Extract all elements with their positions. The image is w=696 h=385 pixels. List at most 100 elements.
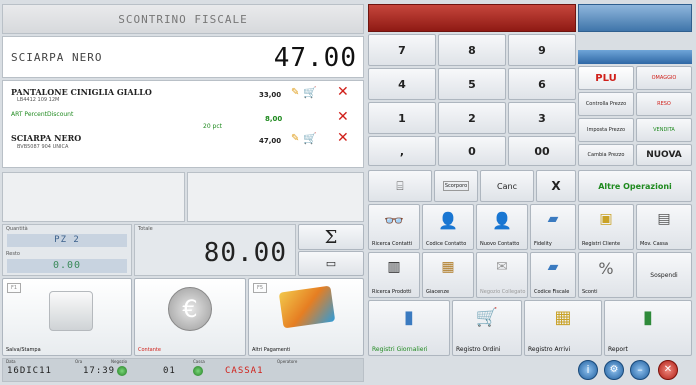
- current-item-price: 47.00: [273, 43, 357, 73]
- red-display-bar: [368, 4, 576, 32]
- cart-icon[interactable]: 🛒: [303, 132, 317, 145]
- quantity-value: PZ 2: [7, 234, 127, 247]
- arrivals-register-button[interactable]: ▦ Registro Arrivi: [524, 300, 602, 356]
- fidelity-button[interactable]: ▰ Fidelity: [530, 204, 576, 250]
- canc-label: Canc: [497, 181, 517, 191]
- plu-button[interactable]: PLU: [578, 66, 634, 90]
- other-payments-label: Altri Pagamenti: [252, 347, 291, 353]
- pencil-icon[interactable]: ✎: [291, 87, 299, 98]
- new-contact-label: Nuovo Contatto: [480, 241, 520, 247]
- change-price-label: Cambia Prezzo: [587, 152, 625, 158]
- key-9[interactable]: 9: [508, 34, 576, 66]
- daily-registers-button[interactable]: ▮ Registri Giornalieri: [368, 300, 450, 356]
- key-7[interactable]: 7: [368, 34, 436, 66]
- info-panel-right: [187, 172, 364, 222]
- quantity-panel: Quantità PZ 2 Resto 0.00: [2, 224, 132, 276]
- other-payments-button[interactable]: F5 Altri Pagamenti: [248, 278, 364, 356]
- line-price: 47,00: [259, 137, 282, 145]
- delete-icon[interactable]: ✕: [337, 109, 349, 125]
- stock-button[interactable]: ▦ Giacenze: [422, 252, 474, 298]
- total-panel: Totale 80.00: [134, 224, 296, 276]
- time-label: Ora: [75, 359, 83, 364]
- search-products-button[interactable]: ▥ Ricerca Prodotti: [368, 252, 420, 298]
- key-8[interactable]: 8: [438, 34, 506, 66]
- save-print-label: Salva/Stampa: [6, 347, 41, 353]
- close-x-button[interactable]: X: [536, 170, 576, 202]
- reso-button[interactable]: RESO: [636, 92, 692, 116]
- linked-shop-label: Negozio Collegato: [480, 289, 526, 295]
- receipt-title: SCONTRINO FISCALE: [118, 13, 248, 26]
- delete-icon[interactable]: ✕: [337, 84, 349, 100]
- orders-register-button[interactable]: 🛒 Registro Ordini: [452, 300, 522, 356]
- key-0[interactable]: 0: [438, 136, 506, 166]
- contact-code-button[interactable]: 👤 Codice Contatto: [422, 204, 474, 250]
- change-value: 0.00: [7, 259, 127, 273]
- save-print-button[interactable]: F1 Salva/Stampa: [2, 278, 132, 356]
- vendita-button[interactable]: VENDITA: [636, 118, 692, 142]
- drawer-open-button[interactable]: ⌸: [368, 170, 432, 202]
- drawer-button[interactable]: ▭: [298, 251, 364, 276]
- cash-movement-button[interactable]: ▤ Mov. Cassa: [636, 204, 692, 250]
- line-detail: 20 pct: [203, 123, 223, 130]
- search-contacts-button[interactable]: 👓 Ricerca Contatti: [368, 204, 420, 250]
- set-price-label: Imposta Prezzo: [586, 127, 626, 133]
- other-operations-button[interactable]: Altre Operazioni: [578, 170, 692, 202]
- add-person-icon: 👤: [492, 211, 512, 230]
- change-price-button[interactable]: Cambia Prezzo: [578, 144, 634, 166]
- daily-registers-label: Registri Giornalieri: [372, 346, 428, 353]
- cart-icon[interactable]: 🛒: [303, 86, 317, 99]
- sum-button[interactable]: Σ: [298, 224, 364, 250]
- f-key-icon: F1: [7, 283, 21, 293]
- nuova-label: NUOVA: [646, 150, 682, 160]
- scorporo-button[interactable]: Scorporo: [434, 170, 478, 202]
- linked-shop-button[interactable]: ✉ Negozio Collegato: [476, 252, 528, 298]
- chart-icon: ▮: [643, 307, 653, 328]
- receipt-lines[interactable]: PANTALONE CINIGLIA GIALLO LB4412 109 12M…: [2, 80, 364, 168]
- info-panel-left: [2, 172, 185, 222]
- set-price-button[interactable]: Imposta Prezzo: [578, 118, 634, 142]
- discounts-label: Sconti: [582, 289, 598, 295]
- pencil-icon[interactable]: ✎: [291, 133, 299, 144]
- line-name: PANTALONE CINIGLIA GIALLO: [11, 87, 152, 97]
- plu-label: PLU: [595, 72, 617, 84]
- check-price-button[interactable]: Controlla Prezzo: [578, 92, 634, 116]
- box-icon: ▦: [554, 307, 572, 328]
- report-label: Report: [608, 346, 628, 353]
- delete-icon[interactable]: ✕: [337, 130, 349, 146]
- key-2[interactable]: 2: [438, 102, 506, 134]
- person-icon: 👤: [438, 211, 458, 230]
- date-value: 16DIC11: [7, 366, 52, 376]
- discounts-button[interactable]: % Sconti: [578, 252, 634, 298]
- customer-registers-button[interactable]: ▣ Registri Cliente: [578, 204, 634, 250]
- boxes-icon: ▦: [441, 259, 455, 275]
- new-contact-button[interactable]: 👤 Nuovo Contatto: [476, 204, 528, 250]
- operator-label: Operatore: [277, 359, 298, 364]
- omaggio-label: OMAGGIO: [651, 75, 677, 81]
- suspend-button[interactable]: Sospendi: [636, 252, 692, 298]
- tax-code-button[interactable]: ▰ Codice Fiscale: [530, 252, 576, 298]
- key-6[interactable]: 6: [508, 68, 576, 100]
- shop-status-icon: [117, 366, 127, 376]
- credit-cards-icon: [278, 285, 336, 329]
- orders-register-label: Registro Ordini: [456, 346, 501, 353]
- id-card-icon: ▰: [547, 259, 559, 275]
- omaggio-button[interactable]: OMAGGIO: [636, 66, 692, 90]
- key-1[interactable]: 1: [368, 102, 436, 134]
- key-3[interactable]: 3: [508, 102, 576, 134]
- customer-registers-label: Registri Cliente: [582, 241, 621, 247]
- minimize-icon[interactable]: –: [630, 360, 650, 380]
- key-5[interactable]: 5: [438, 68, 506, 100]
- info-icon[interactable]: i: [578, 360, 598, 380]
- cash-button[interactable]: € Contante: [134, 278, 246, 356]
- key-00[interactable]: 00: [508, 136, 576, 166]
- canc-button[interactable]: Canc: [480, 170, 534, 202]
- change-label: Resto: [6, 251, 20, 257]
- close-icon[interactable]: ✕: [658, 360, 678, 380]
- key-4[interactable]: 4: [368, 68, 436, 100]
- key-comma[interactable]: ,: [368, 136, 436, 166]
- settings-icon[interactable]: ⚙: [604, 360, 624, 380]
- report-button[interactable]: ▮ Report: [604, 300, 692, 356]
- nuova-button[interactable]: NUOVA: [636, 144, 692, 166]
- suspend-label: Sospendi: [650, 271, 678, 279]
- line-detail: LB4412 109 12M: [17, 97, 60, 103]
